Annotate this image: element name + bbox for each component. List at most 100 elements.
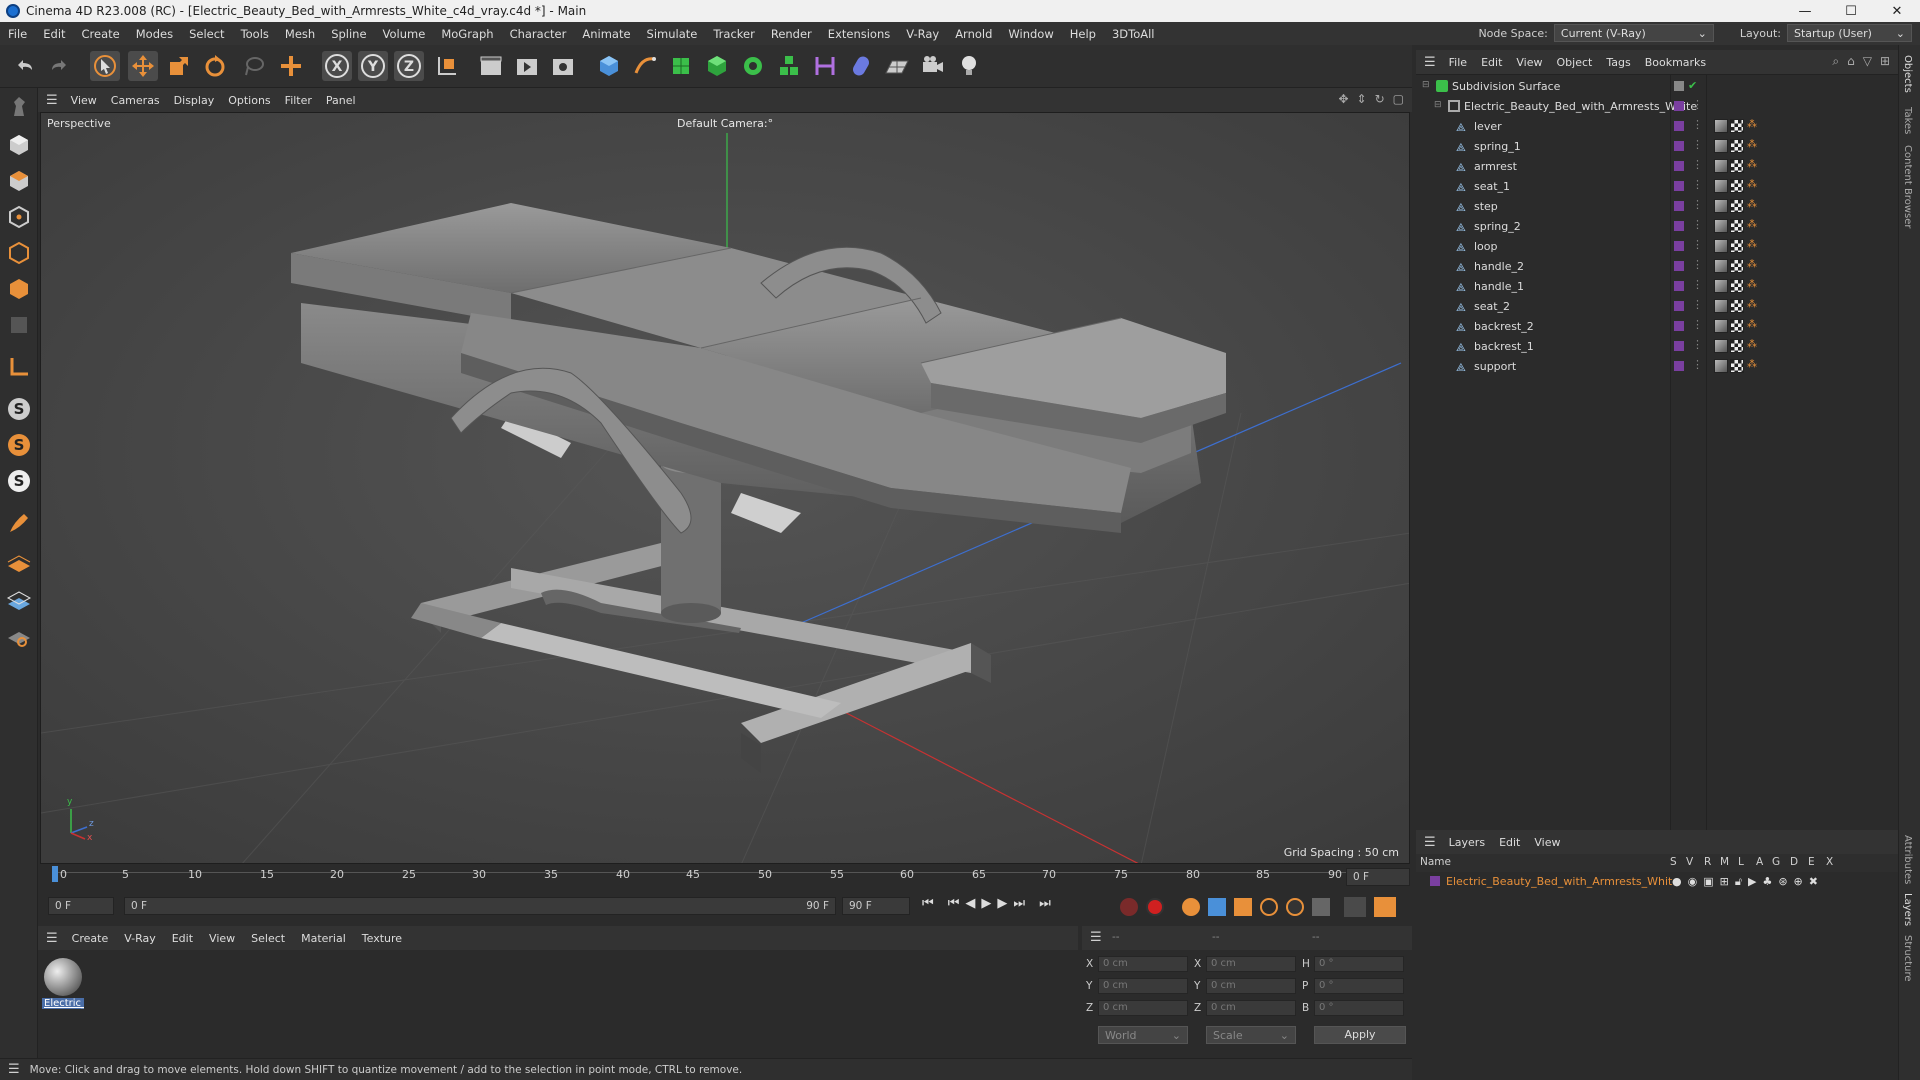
phong-tag-icon[interactable]: ⁂ [1747,119,1757,130]
viewport-menu-cameras[interactable]: Cameras [104,94,167,107]
hamburger-icon[interactable]: ☰ [1090,930,1102,945]
pla-key-icon[interactable] [1312,898,1330,916]
material-tag-icon[interactable] [1730,279,1744,293]
x-axis-button[interactable]: X [322,51,352,81]
move-tool-button[interactable] [128,51,158,81]
snap-settings-button[interactable]: S [4,430,34,460]
material-tag-icon[interactable] [1730,119,1744,133]
next-key-icon[interactable]: ⏭ [1013,896,1025,911]
collapse-icon[interactable]: ⊟ [1422,80,1430,90]
visibility-dots-icon[interactable]: ⋮ [1692,98,1703,111]
object-menu-view[interactable]: View [1509,56,1549,69]
layer-menu-edit[interactable]: Edit [1492,836,1527,849]
material-menu-material[interactable]: Material [293,932,354,945]
edges-mode-button[interactable] [4,238,34,268]
menu-mograph[interactable]: MoGraph [433,27,501,41]
tree-row-spring-2[interactable]: ⟁ spring_2 ⋮ ⁂ [1416,217,1898,237]
visibility-dots-icon[interactable]: ⋮ [1692,158,1703,171]
light-button[interactable] [954,51,984,81]
visibility-dots-icon[interactable]: ⋮ [1692,138,1703,151]
object-menu-file[interactable]: File [1442,56,1474,69]
grid-tool-button[interactable] [4,550,34,580]
hamburger-icon[interactable]: ☰ [8,1062,20,1077]
tree-row-lever[interactable]: ⟁ lever ⋮ ⁂ [1416,117,1898,137]
menu-modes[interactable]: Modes [128,27,181,41]
visibility-dots-icon[interactable]: ⋮ [1692,118,1703,131]
material-menu-texture[interactable]: Texture [354,932,410,945]
select-tool-button[interactable] [90,51,120,81]
tab-layers[interactable]: Layers [1902,893,1913,926]
viewport-menu-filter[interactable]: Filter [278,94,319,107]
enabled-check-icon[interactable]: ✔ [1688,79,1697,92]
layer-lock-icon[interactable]: 🔓︎ [1735,875,1742,889]
visibility-dots-icon[interactable]: ⋮ [1692,238,1703,251]
vray-tag-icon[interactable] [1714,279,1728,293]
texture-mode-button[interactable] [4,166,34,196]
layer-col-r[interactable]: R [1704,856,1711,868]
menu-render[interactable]: Render [763,27,820,41]
rotation-p-field[interactable]: 0 ° [1314,978,1404,994]
phong-tag-icon[interactable]: ⁂ [1747,239,1757,250]
tab-attributes[interactable]: Attributes [1902,835,1913,884]
tab-takes[interactable]: Takes [1902,107,1913,134]
phong-tag-icon[interactable]: ⁂ [1747,339,1757,350]
previous-frame-icon[interactable]: ◀ [965,896,975,911]
menu-tools[interactable]: Tools [233,27,277,41]
3d-viewport[interactable]: Perspective Default Camera:° Grid Spacin… [40,112,1410,864]
autokey-icon[interactable] [1120,898,1138,916]
layer-menu-view[interactable]: View [1527,836,1567,849]
menu-edit[interactable]: Edit [35,27,73,41]
render-settings-button[interactable] [548,51,578,81]
layer-animation-icon[interactable]: ▶ [1748,875,1756,889]
home-icon[interactable]: ⌂ [1847,54,1855,69]
play-icon[interactable]: ▶ [981,896,991,911]
layer-visible-icon[interactable]: ◉ [1688,875,1698,889]
visibility-dots-icon[interactable]: ⋮ [1692,258,1703,271]
menu-spline[interactable]: Spline [323,27,374,41]
vray-tag-icon[interactable] [1714,239,1728,253]
workplane-button[interactable] [4,352,34,382]
tree-row-support[interactable]: ⟁ support ⋮ ⁂ [1416,357,1898,377]
position-key-icon[interactable] [1208,898,1226,916]
tab-objects[interactable]: Objects [1902,55,1913,93]
pan-view-icon[interactable]: ✥ [1338,92,1348,106]
vray-tag-icon[interactable] [1714,219,1728,233]
create-tool-button[interactable] [276,51,306,81]
layer-deformers-icon[interactable]: ⊛ [1778,875,1787,889]
tree-row-seat-1[interactable]: ⟁ seat_1 ⋮ ⁂ [1416,177,1898,197]
render-to-picture-viewer-button[interactable] [512,51,542,81]
material-swatch[interactable]: Electric_I [42,956,84,1012]
redo-button[interactable] [44,51,74,81]
menu-window[interactable]: Window [1000,27,1061,41]
apply-button[interactable]: Apply [1314,1026,1406,1044]
editor-visibility-icon[interactable] [1674,81,1684,91]
menu-create[interactable]: Create [74,27,128,41]
paint-tool-button[interactable] [4,508,34,538]
rotate-tool-button[interactable] [200,51,230,81]
viewport-menu-display[interactable]: Display [167,94,222,107]
z-axis-button[interactable]: Z [394,51,424,81]
search-icon[interactable]: ⌕ [1832,54,1839,69]
menu-vray[interactable]: V-Ray [898,27,947,41]
deformer-button[interactable] [810,51,840,81]
tree-row-backrest-1[interactable]: ⟁ backrest_1 ⋮ ⁂ [1416,337,1898,357]
menu-animate[interactable]: Animate [574,27,638,41]
start-frame-field[interactable]: 0 F [48,897,114,915]
points-mode-button[interactable] [4,202,34,232]
rotation-b-field[interactable]: 0 ° [1314,1000,1404,1016]
rotation-h-field[interactable]: 0 ° [1314,956,1404,972]
object-menu-object[interactable]: Object [1550,56,1600,69]
viewport-menu-panel[interactable]: Panel [319,94,363,107]
subdivision-surface-button[interactable] [666,51,696,81]
viewport-menu-options[interactable]: Options [221,94,277,107]
playhead[interactable] [52,866,58,882]
material-tag-icon[interactable] [1730,259,1744,273]
vray-tag-icon[interactable] [1714,299,1728,313]
snap-mode-button[interactable]: S [4,466,34,496]
dolly-view-icon[interactable]: ⇕ [1357,92,1367,106]
maximize-button[interactable]: ☐ [1828,0,1874,22]
vray-tag-icon[interactable] [1714,339,1728,353]
spline-pen-button[interactable] [630,51,660,81]
vray-tag-icon[interactable] [1714,119,1728,133]
vray-tag-icon[interactable] [1714,359,1728,373]
